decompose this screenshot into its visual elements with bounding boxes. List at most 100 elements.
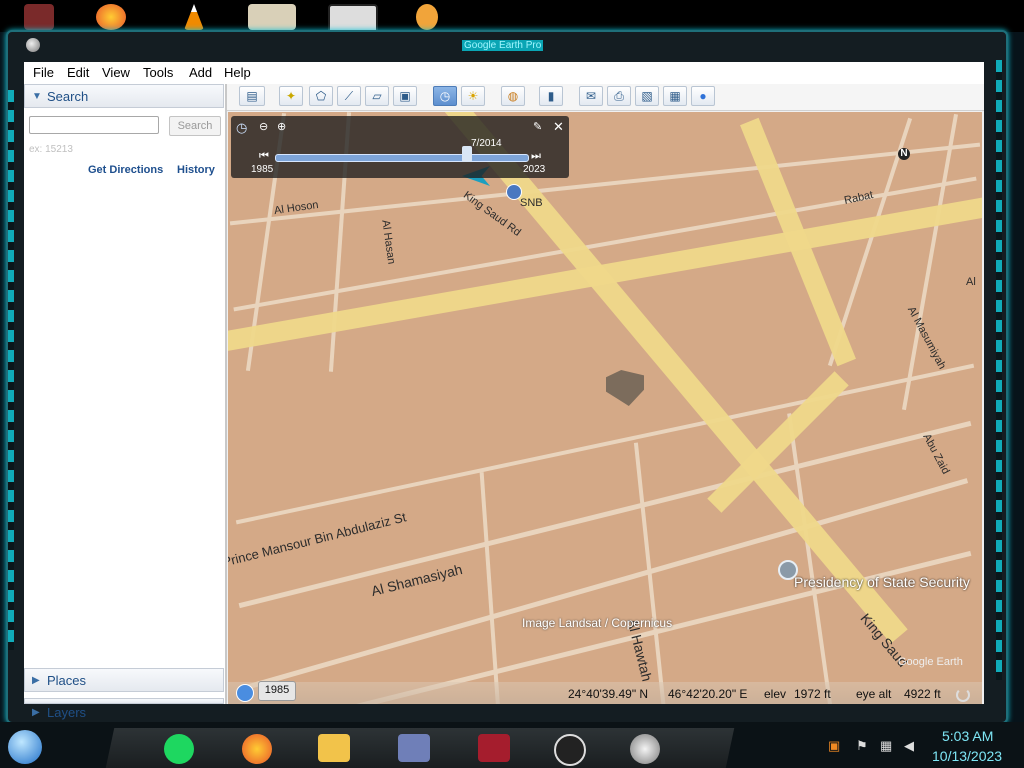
search-hint: ex: 15213	[29, 144, 73, 155]
historical-imagery-status-icon[interactable]	[236, 684, 254, 702]
map-label: SNB	[520, 197, 543, 209]
close-icon[interactable]: ✕	[553, 119, 564, 135]
app-icon[interactable]	[478, 734, 510, 762]
places-panel-title: Places	[47, 673, 87, 688]
menu-tools[interactable]: Tools	[143, 65, 173, 80]
image-overlay-icon[interactable]: ▱	[365, 86, 389, 106]
history-link[interactable]: History	[177, 164, 215, 176]
save-image-icon[interactable]: ▧	[635, 86, 659, 106]
spotify-icon[interactable]	[164, 734, 194, 764]
vlc-desktop-icon[interactable]	[184, 4, 204, 30]
eye-alt-label: eye alt	[856, 687, 892, 701]
map-label: Abu Zaid	[920, 431, 952, 477]
sun-icon[interactable]: ☀	[461, 86, 485, 106]
timeline-track[interactable]	[275, 154, 529, 162]
building-3d[interactable]	[606, 370, 644, 406]
menu-add[interactable]: Add	[189, 65, 212, 80]
collapse-arrow-icon: ▼	[32, 91, 42, 102]
flag-icon[interactable]: ⚑	[856, 738, 868, 754]
zoom-out-icon[interactable]: ⊖	[259, 120, 268, 133]
ruler-icon[interactable]: ▮	[539, 86, 563, 106]
volume-icon[interactable]: ◀	[904, 738, 914, 754]
tray-app-icon[interactable]: ▣	[828, 738, 840, 754]
window-title: Google Earth Pro	[462, 40, 544, 51]
street	[479, 472, 501, 704]
street	[235, 363, 975, 525]
map-view[interactable]: Al Hoson Al Hasan King Saud Rd SNB Rabat…	[228, 112, 982, 704]
timeline-end-year: 2023	[523, 164, 546, 175]
network-icon[interactable]: ▦	[880, 738, 892, 754]
search-button[interactable]: Search	[169, 116, 221, 136]
sidebar-toggle-icon[interactable]: ▤	[239, 86, 265, 106]
firefox-desktop-icon[interactable]	[96, 4, 126, 30]
step-back-icon[interactable]: ⏮	[259, 150, 269, 163]
map-label: Al	[966, 276, 976, 288]
email-icon[interactable]: ✉	[579, 86, 603, 106]
map-icon[interactable]: ▦	[663, 86, 687, 106]
polygon-icon[interactable]: ⬠	[309, 86, 333, 106]
map-label: Presidency of State Security	[794, 574, 970, 590]
elevation: 1972 ft	[794, 687, 831, 701]
places-panel-header[interactable]: ▶ Places	[24, 668, 224, 692]
layers-panel-header[interactable]: ▶ Layers	[24, 698, 224, 720]
clock-time[interactable]: 5:03 AM	[942, 728, 993, 744]
menu-file[interactable]: File	[33, 65, 54, 80]
historical-imagery-slider: ◷ ⊖ ⊕ ✎ ✕ 7/2014 ⏮ ⏭ 1985 2023	[231, 116, 569, 178]
search-panel-title: Search	[47, 89, 89, 104]
desktop-top-bar	[0, 0, 1024, 34]
loading-spinner-icon	[956, 688, 970, 702]
app-desktop-icon[interactable]	[248, 4, 296, 30]
expand-arrow-icon: ▶	[32, 707, 40, 718]
print-icon[interactable]: ⎙	[607, 86, 631, 106]
menu-edit[interactable]: Edit	[67, 65, 89, 80]
firefox-icon[interactable]	[242, 734, 272, 764]
zoom-in-icon[interactable]: ⊕	[277, 120, 286, 133]
clock-icon: ◷	[236, 120, 248, 135]
planets-icon[interactable]: ◍	[501, 86, 525, 106]
snb-poi-icon[interactable]	[506, 184, 522, 200]
app-desktop-icon[interactable]	[416, 4, 438, 30]
frame-decoration	[996, 60, 1002, 680]
google-earth-watermark: Google Earth	[898, 656, 963, 668]
step-forward-icon[interactable]: ⏭	[531, 150, 541, 163]
poi-pin-icon[interactable]	[778, 560, 798, 580]
frame-decoration	[8, 90, 14, 650]
timeline-start-year: 1985	[251, 164, 274, 175]
year-chip[interactable]: 1985	[258, 681, 296, 701]
google-earth-pro-icon[interactable]	[630, 734, 660, 764]
desktop-shortcut-icon[interactable]	[24, 4, 54, 30]
search-panel-header[interactable]: ▼ Search	[24, 84, 224, 108]
path-icon[interactable]: ⟋	[337, 86, 361, 106]
file-explorer-icon[interactable]	[318, 734, 350, 762]
menu-help[interactable]: Help	[224, 65, 251, 80]
record-tour-icon[interactable]: ▣	[393, 86, 417, 106]
timeline-thumb[interactable]	[461, 146, 472, 162]
image-credit: Image Landsat / Copernicus	[522, 616, 673, 630]
map-label: Rabat	[843, 189, 875, 207]
historical-imagery-icon[interactable]: ◷	[433, 86, 457, 106]
longitude: 46°42'20.20" E	[668, 687, 748, 701]
start-orb-icon[interactable]	[8, 730, 42, 764]
current-date: 7/2014	[471, 138, 502, 149]
menu-bar: File Edit View Tools Add Help	[24, 62, 984, 85]
street	[901, 113, 959, 411]
sidebar: ▼ Search Search ex: 15213 Get Directions…	[24, 84, 227, 720]
app-icon[interactable]	[398, 734, 430, 762]
clock-date[interactable]: 10/13/2023	[932, 748, 1002, 764]
search-input[interactable]	[29, 116, 159, 134]
menu-view[interactable]: View	[102, 65, 130, 80]
elevation-label: elev	[764, 687, 787, 701]
globe-icon[interactable]: ●	[691, 86, 715, 106]
google-earth-app: File Edit View Tools Add Help ▼ Search S…	[24, 62, 984, 720]
get-directions-link[interactable]: Get Directions	[88, 164, 163, 176]
toolbar: ▤ ✦ ⬠ ⟋ ▱ ▣ ◷ ☀ ◍ ▮ ✉ ⎙ ▧ ▦ ●	[227, 84, 984, 111]
obs-icon[interactable]	[554, 734, 586, 766]
layers-panel-title: Layers	[47, 705, 87, 720]
expand-arrow-icon: ▶	[32, 675, 40, 686]
latitude: 24°40'39.49" N	[568, 687, 649, 701]
settings-wrench-icon[interactable]: ✎	[533, 120, 542, 133]
google-earth-logo-icon	[26, 38, 40, 52]
compass-north-icon[interactable]: N	[898, 148, 910, 160]
eye-altitude: 4922 ft	[904, 687, 941, 701]
placemark-icon[interactable]: ✦	[279, 86, 303, 106]
